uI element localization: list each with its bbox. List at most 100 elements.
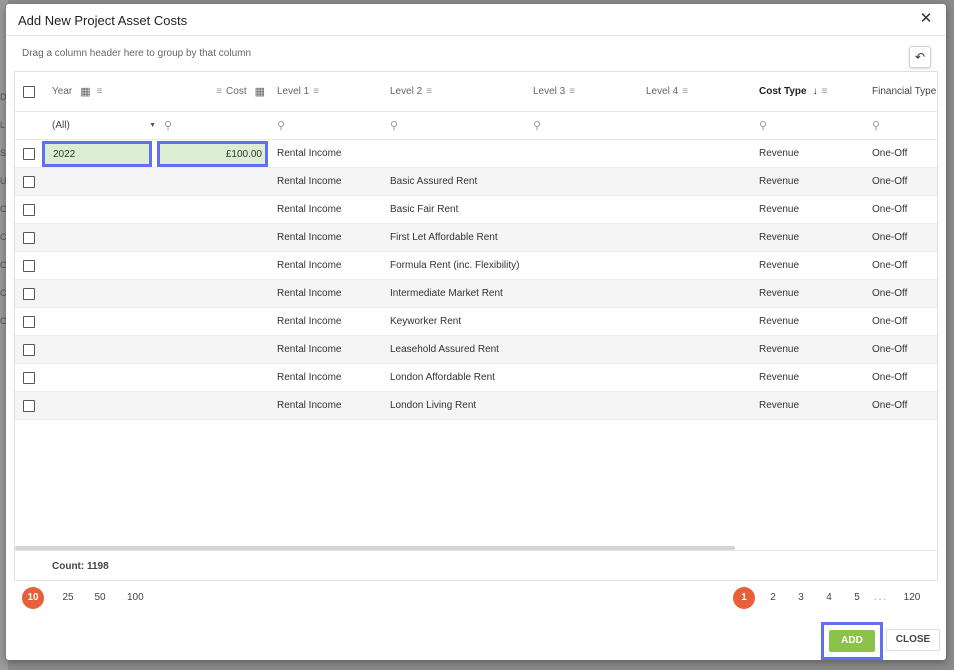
- page-size-option[interactable]: 100: [122, 587, 149, 609]
- search-icon[interactable]: ⚲: [164, 112, 184, 139]
- edit-column-icon[interactable]: ▦: [255, 85, 265, 98]
- table-row[interactable]: Rental Income Formula Rent (inc. Flexibil…: [15, 252, 937, 280]
- column-header-label: Year: [52, 86, 73, 97]
- dropdown-arrow-icon: ▼: [149, 122, 156, 129]
- column-header-label: Level 1: [277, 86, 310, 97]
- year-filter-select[interactable]: (All) ▼: [52, 112, 156, 139]
- level2-cell: Formula Rent (inc. Flexibility): [390, 260, 520, 271]
- cost-type-cell: Revenue: [759, 176, 800, 187]
- column-header-label: Cost Type: [759, 86, 807, 97]
- row-checkbox[interactable]: [23, 344, 35, 356]
- cost-type-cell: Revenue: [759, 372, 800, 383]
- table-row[interactable]: Rental Income Keyworker Rent Revenue One-Of…: [15, 308, 937, 336]
- grid-summary-row: Count: 1198: [15, 550, 937, 580]
- column-header-level3[interactable]: Level 3 ≡: [533, 72, 633, 111]
- table-row[interactable]: Rental Income London Living Rent Revenue On…: [15, 392, 937, 420]
- page-size-option[interactable]: 25: [57, 587, 79, 609]
- column-header-cost-type[interactable]: Cost Type ↓ ≡: [759, 72, 859, 111]
- year-edit-cell[interactable]: 2022: [42, 141, 152, 167]
- add-button-highlight: ADD: [821, 622, 883, 660]
- level2-cell: First Let Affordable Rent: [390, 232, 498, 243]
- filter-lines-icon[interactable]: ≡: [313, 86, 319, 97]
- column-header-label: Financial Type: [872, 86, 937, 97]
- cost-type-cell: Revenue: [759, 400, 800, 411]
- filter-lines-icon[interactable]: ≡: [216, 86, 222, 97]
- data-grid: Year ▦ ≡ ≡ Cost ▦ Level 1 ≡ Level 2 ≡ Le…: [14, 71, 938, 581]
- column-header-year[interactable]: Year ▦ ≡: [52, 72, 152, 111]
- level1-cell: Rental Income: [277, 204, 342, 215]
- undo-icon: ↶: [914, 50, 926, 64]
- search-icon[interactable]: ⚲: [872, 112, 892, 139]
- level1-cell: Rental Income: [277, 316, 342, 327]
- close-icon[interactable]: ✕: [918, 11, 934, 27]
- row-checkbox[interactable]: [23, 260, 35, 272]
- page-ellipsis: ...: [873, 592, 889, 603]
- grid-header-row: Year ▦ ≡ ≡ Cost ▦ Level 1 ≡ Level 2 ≡ Le…: [15, 72, 937, 112]
- row-count: Count: 1198: [52, 560, 109, 572]
- table-row[interactable]: Rental Income Basic Fair Rent Revenue One-O…: [15, 196, 937, 224]
- financial-type-cell: One-Off: [872, 148, 908, 159]
- row-checkbox[interactable]: [23, 232, 35, 244]
- financial-type-cell: One-Off: [872, 288, 908, 299]
- row-checkbox[interactable]: [23, 372, 35, 384]
- background-letter: L: [0, 120, 6, 130]
- page-number[interactable]: 1: [733, 587, 755, 609]
- page-number[interactable]: 2: [762, 587, 784, 609]
- row-checkbox[interactable]: [23, 316, 35, 328]
- search-icon[interactable]: ⚲: [277, 112, 297, 139]
- table-row[interactable]: Rental Income London Affordable Rent Reven…: [15, 364, 937, 392]
- select-all-checkbox[interactable]: [23, 86, 35, 98]
- level1-cell: Rental Income: [277, 176, 342, 187]
- column-header-level1[interactable]: Level 1 ≡: [277, 72, 377, 111]
- close-button[interactable]: CLOSE: [886, 629, 940, 651]
- edit-column-icon[interactable]: ▦: [80, 85, 90, 98]
- filter-lines-icon[interactable]: ≡: [569, 86, 575, 97]
- filter-lines-icon[interactable]: ≡: [426, 86, 432, 97]
- financial-type-cell: One-Off: [872, 232, 908, 243]
- add-button[interactable]: ADD: [829, 630, 875, 652]
- page-size-option[interactable]: 50: [89, 587, 111, 609]
- column-header-level2[interactable]: Level 2 ≡: [390, 72, 490, 111]
- row-checkbox[interactable]: [23, 204, 35, 216]
- row-checkbox[interactable]: [23, 176, 35, 188]
- page-size-option[interactable]: 10: [22, 587, 44, 609]
- search-icon[interactable]: ⚲: [533, 112, 553, 139]
- page-number[interactable]: 120: [901, 587, 923, 609]
- search-icon[interactable]: ⚲: [390, 112, 410, 139]
- level1-cell: Rental Income: [277, 260, 342, 271]
- table-row[interactable]: Rental Income Leasehold Assured Rent Reven…: [15, 336, 937, 364]
- cost-type-cell: Revenue: [759, 344, 800, 355]
- sort-desc-icon: ↓: [812, 86, 818, 97]
- column-header-label: Level 3: [533, 86, 566, 97]
- column-header-financial-type[interactable]: Financial Type: [872, 72, 937, 111]
- filter-lines-icon[interactable]: ≡: [822, 86, 828, 97]
- page-number[interactable]: 5: [846, 587, 868, 609]
- cost-edit-cell[interactable]: £100.00: [157, 141, 268, 167]
- page-number[interactable]: 3: [790, 587, 812, 609]
- undo-button[interactable]: ↶: [909, 46, 931, 68]
- filter-lines-icon[interactable]: ≡: [682, 86, 688, 97]
- row-checkbox[interactable]: [23, 148, 35, 160]
- financial-type-cell: One-Off: [872, 176, 908, 187]
- search-icon[interactable]: ⚲: [759, 112, 779, 139]
- column-header-cost[interactable]: ≡ Cost ▦: [185, 72, 265, 111]
- table-row[interactable]: 2022 £100.00 Rental Income Revenue One-Off: [15, 140, 937, 168]
- row-checkbox[interactable]: [23, 288, 35, 300]
- table-row[interactable]: Rental Income Basic Assured Rent Revenue On…: [15, 168, 937, 196]
- table-row[interactable]: Rental Income Intermediate Market Rent Rev…: [15, 280, 937, 308]
- page-number[interactable]: 4: [818, 587, 840, 609]
- dialog-title: Add New Project Asset Costs: [18, 13, 188, 28]
- level1-cell: Rental Income: [277, 288, 342, 299]
- column-header-level4[interactable]: Level 4 ≡: [646, 72, 746, 111]
- column-header-label: Level 2: [390, 86, 423, 97]
- cost-type-cell: Revenue: [759, 232, 800, 243]
- financial-type-cell: One-Off: [872, 400, 908, 411]
- year-filter-value: (All): [52, 120, 70, 131]
- row-checkbox[interactable]: [23, 400, 35, 412]
- level2-cell: Basic Assured Rent: [390, 176, 478, 187]
- column-header-label: Level 4: [646, 86, 679, 97]
- column-header-label: Cost: [226, 86, 247, 97]
- level1-cell: Rental Income: [277, 344, 342, 355]
- filter-lines-icon[interactable]: ≡: [97, 86, 103, 97]
- table-row[interactable]: Rental Income First Let Affordable Rent Re…: [15, 224, 937, 252]
